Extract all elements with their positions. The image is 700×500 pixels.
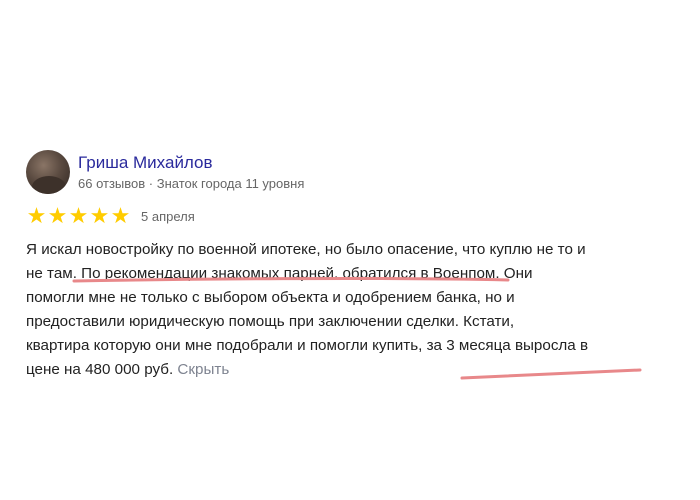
review-date: 5 апреля bbox=[141, 208, 195, 224]
author-info: Гриша Михайлов 66 отзывов · Знаток город… bbox=[78, 152, 304, 193]
review-text-line: не там. По рекомендации знакомых парней,… bbox=[26, 265, 533, 282]
star-icon: ★ bbox=[68, 203, 89, 228]
author-meta: 66 отзывов · Знаток города 11 уровня bbox=[78, 175, 305, 191]
star-icon: ★ bbox=[110, 203, 131, 228]
rating-row: ★ ★ ★ ★ ★ 5 апреля bbox=[26, 205, 656, 227]
avatar[interactable] bbox=[26, 150, 70, 194]
review-header: Гриша Михайлов 66 отзывов · Знаток город… bbox=[26, 150, 656, 194]
star-icon: ★ bbox=[47, 203, 68, 228]
review-card: Гриша Михайлов 66 отзывов · Знаток город… bbox=[26, 150, 656, 382]
author-name-link[interactable]: Гриша Михайлов bbox=[78, 152, 304, 174]
review-text-line: квартира которую они мне подобрали и пом… bbox=[26, 337, 589, 354]
review-text: Я искал новостройку по военной ипотеке, … bbox=[26, 238, 646, 382]
review-text-line: Я искал новостройку по военной ипотеке, … bbox=[26, 241, 586, 258]
star-icon: ★ bbox=[89, 203, 110, 228]
star-icon: ★ bbox=[26, 203, 47, 228]
review-text-line-last: цене на 480 000 руб. Скрыть bbox=[26, 358, 646, 382]
review-text-line: предоставили юридическую помощь при закл… bbox=[26, 313, 515, 330]
review-text-line: помогли мне не только с выбором объекта … bbox=[26, 289, 515, 306]
review-text-line: цене на 480 000 руб. bbox=[26, 361, 174, 378]
hide-link[interactable]: Скрыть bbox=[177, 361, 229, 378]
rating-stars: ★ ★ ★ ★ ★ bbox=[26, 205, 131, 227]
